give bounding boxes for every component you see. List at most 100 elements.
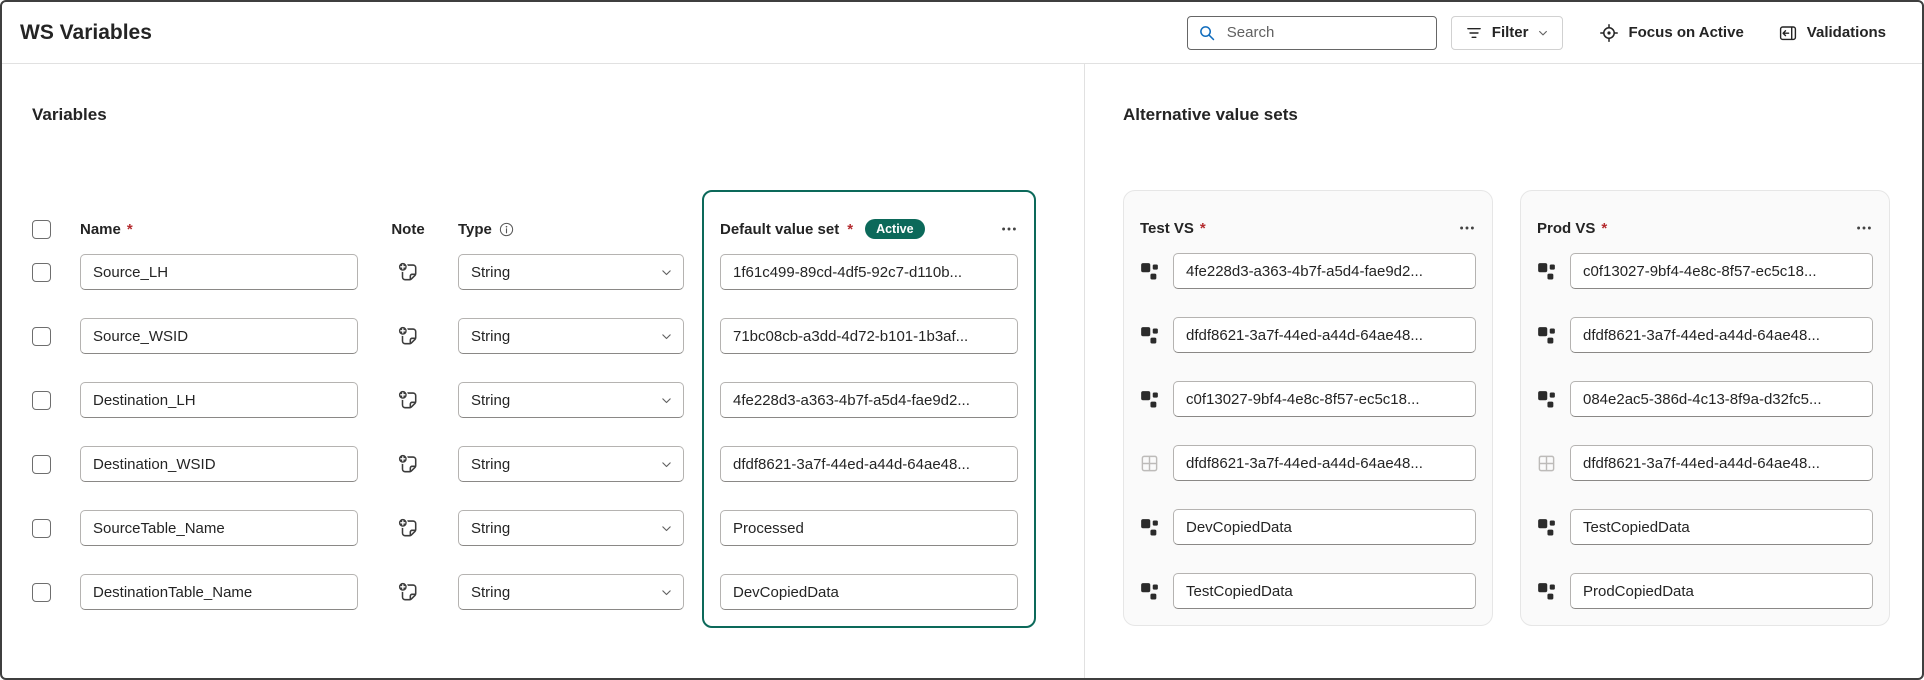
active-badge: Active <box>865 219 925 240</box>
row-checkbox[interactable] <box>32 391 51 410</box>
type-select[interactable]: String <box>458 318 684 354</box>
value-set-value-input[interactable] <box>1570 317 1873 353</box>
default-value-input[interactable] <box>720 574 1018 610</box>
focus-on-active-button[interactable]: Focus on Active <box>1589 16 1753 50</box>
value-set-value-input[interactable] <box>1570 253 1873 289</box>
default-value-input[interactable] <box>720 446 1018 482</box>
more-horizontal-icon[interactable] <box>1855 219 1873 237</box>
value-row <box>1537 253 1873 289</box>
value-set-card-header: Prod VS * <box>1537 203 1873 253</box>
value-row <box>1140 253 1476 289</box>
row-checkbox[interactable] <box>32 583 51 602</box>
value-set-value-input[interactable] <box>1173 573 1476 609</box>
type-select[interactable]: String <box>458 446 684 482</box>
filter-label: Filter <box>1492 24 1529 41</box>
value-row <box>1140 573 1476 609</box>
value-row <box>1537 573 1873 609</box>
override-squares-icon <box>1140 518 1160 537</box>
filter-button[interactable]: Filter <box>1451 16 1564 50</box>
required-asterisk: * <box>127 221 133 238</box>
variable-name-input[interactable] <box>80 318 358 354</box>
default-value-input[interactable] <box>720 318 1018 354</box>
variables-grid: Name * Note Type <box>32 190 684 638</box>
value-set-value-input[interactable] <box>1173 317 1476 353</box>
default-value-set-label: Default value set <box>720 221 839 238</box>
variable-row: String <box>32 382 684 418</box>
override-squares-icon <box>1537 518 1557 537</box>
value-set-value-input[interactable] <box>1173 445 1476 481</box>
default-value-set-header: Default value set * Active <box>720 204 1018 254</box>
value-set-value-input[interactable] <box>1570 509 1873 545</box>
chevron-down-icon <box>660 330 673 343</box>
override-squares-icon <box>1140 390 1160 409</box>
variable-name-input[interactable] <box>80 510 358 546</box>
more-horizontal-icon[interactable] <box>1000 220 1018 238</box>
value-set-rows <box>1537 253 1873 609</box>
note-add-icon[interactable] <box>395 259 421 285</box>
type-select[interactable]: String <box>458 574 684 610</box>
search-input[interactable] <box>1225 23 1426 42</box>
value-set-value-input[interactable] <box>1173 381 1476 417</box>
inherited-grid-icon <box>1140 454 1160 473</box>
value-set-value-input[interactable] <box>1570 573 1873 609</box>
value-set-value-input[interactable] <box>1570 445 1873 481</box>
default-value-input[interactable] <box>720 382 1018 418</box>
variable-row: String <box>32 318 684 354</box>
row-checkbox[interactable] <box>32 519 51 538</box>
override-squares-icon <box>1537 582 1557 601</box>
value-set-value-input[interactable] <box>1570 381 1873 417</box>
chevron-down-icon <box>660 522 673 535</box>
default-value-input[interactable] <box>720 510 1018 546</box>
more-horizontal-icon[interactable] <box>1458 219 1476 237</box>
override-squares-icon <box>1140 582 1160 601</box>
note-add-icon[interactable] <box>395 451 421 477</box>
value-row <box>1140 381 1476 417</box>
note-add-icon[interactable] <box>395 579 421 605</box>
variable-rows: String <box>32 254 684 610</box>
table-header-row: Name * Note Type <box>32 204 684 254</box>
type-select-value: String <box>471 392 510 409</box>
chevron-down-icon <box>660 458 673 471</box>
variable-name-input[interactable] <box>80 382 358 418</box>
value-row <box>1140 445 1476 481</box>
note-add-icon[interactable] <box>395 323 421 349</box>
row-checkbox[interactable] <box>32 327 51 346</box>
validations-label: Validations <box>1807 24 1886 41</box>
value-set-name: Test VS <box>1140 220 1194 237</box>
value-set-card-header: Test VS * <box>1140 203 1476 253</box>
chevron-down-icon <box>660 266 673 279</box>
value-row <box>1537 445 1873 481</box>
value-row <box>1537 317 1873 353</box>
default-value-rows <box>720 254 1018 610</box>
chevron-down-icon <box>1537 27 1549 39</box>
type-select[interactable]: String <box>458 510 684 546</box>
search-box[interactable] <box>1187 16 1437 50</box>
chevron-down-icon <box>660 586 673 599</box>
type-select-value: String <box>471 328 510 345</box>
value-set-value-input[interactable] <box>1173 253 1476 289</box>
override-squares-icon <box>1537 326 1557 345</box>
info-circle-icon[interactable] <box>498 221 515 238</box>
validations-button[interactable]: Validations <box>1768 16 1896 50</box>
alternative-value-sets-panel: Alternative value sets Test VS * <box>1085 64 1922 678</box>
default-value-input[interactable] <box>720 254 1018 290</box>
override-squares-icon <box>1537 262 1557 281</box>
type-select-value: String <box>471 456 510 473</box>
note-add-icon[interactable] <box>395 387 421 413</box>
select-all-checkbox[interactable] <box>32 220 51 239</box>
note-add-icon[interactable] <box>395 515 421 541</box>
focus-on-active-label: Focus on Active <box>1628 24 1743 41</box>
type-select[interactable]: String <box>458 382 684 418</box>
variable-name-input[interactable] <box>80 446 358 482</box>
row-checkbox[interactable] <box>32 455 51 474</box>
row-checkbox[interactable] <box>32 263 51 282</box>
value-set-value-input[interactable] <box>1173 509 1476 545</box>
variable-name-input[interactable] <box>80 254 358 290</box>
variables-panel: Variables Name * Note Type <box>2 64 1085 678</box>
required-asterisk: * <box>1601 220 1607 237</box>
column-header-name: Name * <box>80 221 358 238</box>
type-select[interactable]: String <box>458 254 684 290</box>
value-set-name: Prod VS <box>1537 220 1595 237</box>
value-set-card: Prod VS * <box>1520 190 1890 626</box>
variable-name-input[interactable] <box>80 574 358 610</box>
